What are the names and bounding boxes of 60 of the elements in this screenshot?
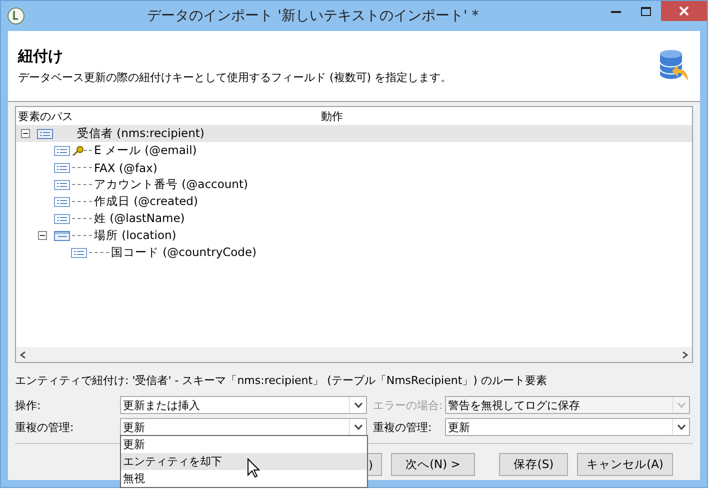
- dropdown-field[interactable]: 更新: [120, 418, 367, 436]
- field-label: エラーの場合:: [373, 398, 443, 412]
- list-icon: [54, 146, 70, 156]
- close-button[interactable]: [661, 1, 707, 21]
- tree-row[interactable]: 姓 (@lastName): [16, 210, 692, 227]
- dialog-button[interactable]: キャンセル(A): [577, 453, 673, 476]
- field-label: 操作:: [15, 398, 41, 412]
- tree-row[interactable]: E メール (@email): [16, 142, 692, 159]
- chevron-icon: [354, 424, 362, 430]
- dropdown-field[interactable]: 更新: [445, 418, 690, 436]
- page-description: データベース更新の際の紐付けキーとして使用するフィールド (複数可) を指定します。: [18, 70, 453, 85]
- field-label: 重複の管理:: [15, 420, 74, 434]
- list-icon: [54, 180, 70, 190]
- horizontal-scrollbar[interactable]: [16, 347, 692, 362]
- mouse-pointer-icon: [247, 458, 260, 478]
- list-icon: [54, 162, 70, 172]
- column-header: 動作: [321, 108, 343, 124]
- node-label: 受信者 (nms:recipient): [77, 126, 204, 141]
- tree-row[interactable]: 国コード (@countryCode): [16, 244, 692, 261]
- node-label: FAX (@fax): [94, 160, 158, 174]
- maximize-icon[interactable]: [641, 6, 651, 16]
- dropdown-option[interactable]: 更新: [121, 436, 367, 453]
- dropdown-field: 警告を無視してログに保存: [445, 396, 690, 414]
- node-label: 姓 (@lastName): [94, 211, 185, 226]
- node-label: E メール (@email): [94, 143, 197, 158]
- node-label: アカウント番号 (@account): [94, 177, 248, 192]
- list-icon: [71, 248, 87, 258]
- list-icon: [54, 214, 70, 224]
- chevron-icon: [354, 402, 362, 408]
- column-header: 要素のパス: [18, 110, 73, 122]
- node-label: 国コード (@countryCode): [111, 245, 257, 260]
- dialog-button[interactable]: 次へ(N) >: [391, 453, 475, 476]
- tree-row[interactable]: 受信者 (nms:recipient): [16, 125, 692, 142]
- chevron-icon: [676, 402, 686, 408]
- tree-row[interactable]: アカウント番号 (@account): [16, 176, 692, 193]
- list-icon: [54, 196, 70, 206]
- page-title: 紐付け: [18, 47, 64, 66]
- list-icon: [37, 128, 53, 138]
- scroll-left-icon[interactable]: [19, 350, 27, 358]
- reconciliation-info: エンティティで紐付け: '受信者' - スキーマ「nms:recipient」 (テーブル「NmsRecipient」) のルート要素: [15, 373, 548, 389]
- tree-row[interactable]: 作成日 (@created): [16, 193, 692, 210]
- app-icon[interactable]: [7, 7, 25, 25]
- folder-icon: [54, 230, 70, 240]
- tree-row[interactable]: FAX (@fax): [16, 159, 692, 176]
- expander-icon[interactable]: [21, 129, 30, 138]
- dropdown-field[interactable]: 更新または挿入: [120, 396, 367, 414]
- dialog-button[interactable]: 保存(S): [499, 453, 568, 476]
- close-icon: [679, 6, 689, 16]
- dropdown-option[interactable]: エンティティを却下: [121, 453, 367, 470]
- database-icon: [658, 49, 690, 83]
- node-label: 場所 (location): [94, 228, 176, 243]
- chevron-icon: [676, 424, 686, 430]
- minimize-icon[interactable]: [611, 10, 621, 12]
- dropdown-option[interactable]: 無視: [121, 470, 367, 487]
- expander-icon[interactable]: [38, 231, 47, 240]
- field-label: 重複の管理:: [373, 420, 432, 434]
- window-title: データのインポート '新しいテキストのインポート' *: [146, 7, 480, 25]
- scroll-right-icon[interactable]: [681, 350, 689, 358]
- node-label: 作成日 (@created): [94, 194, 198, 209]
- tree-row[interactable]: 場所 (location): [16, 227, 692, 244]
